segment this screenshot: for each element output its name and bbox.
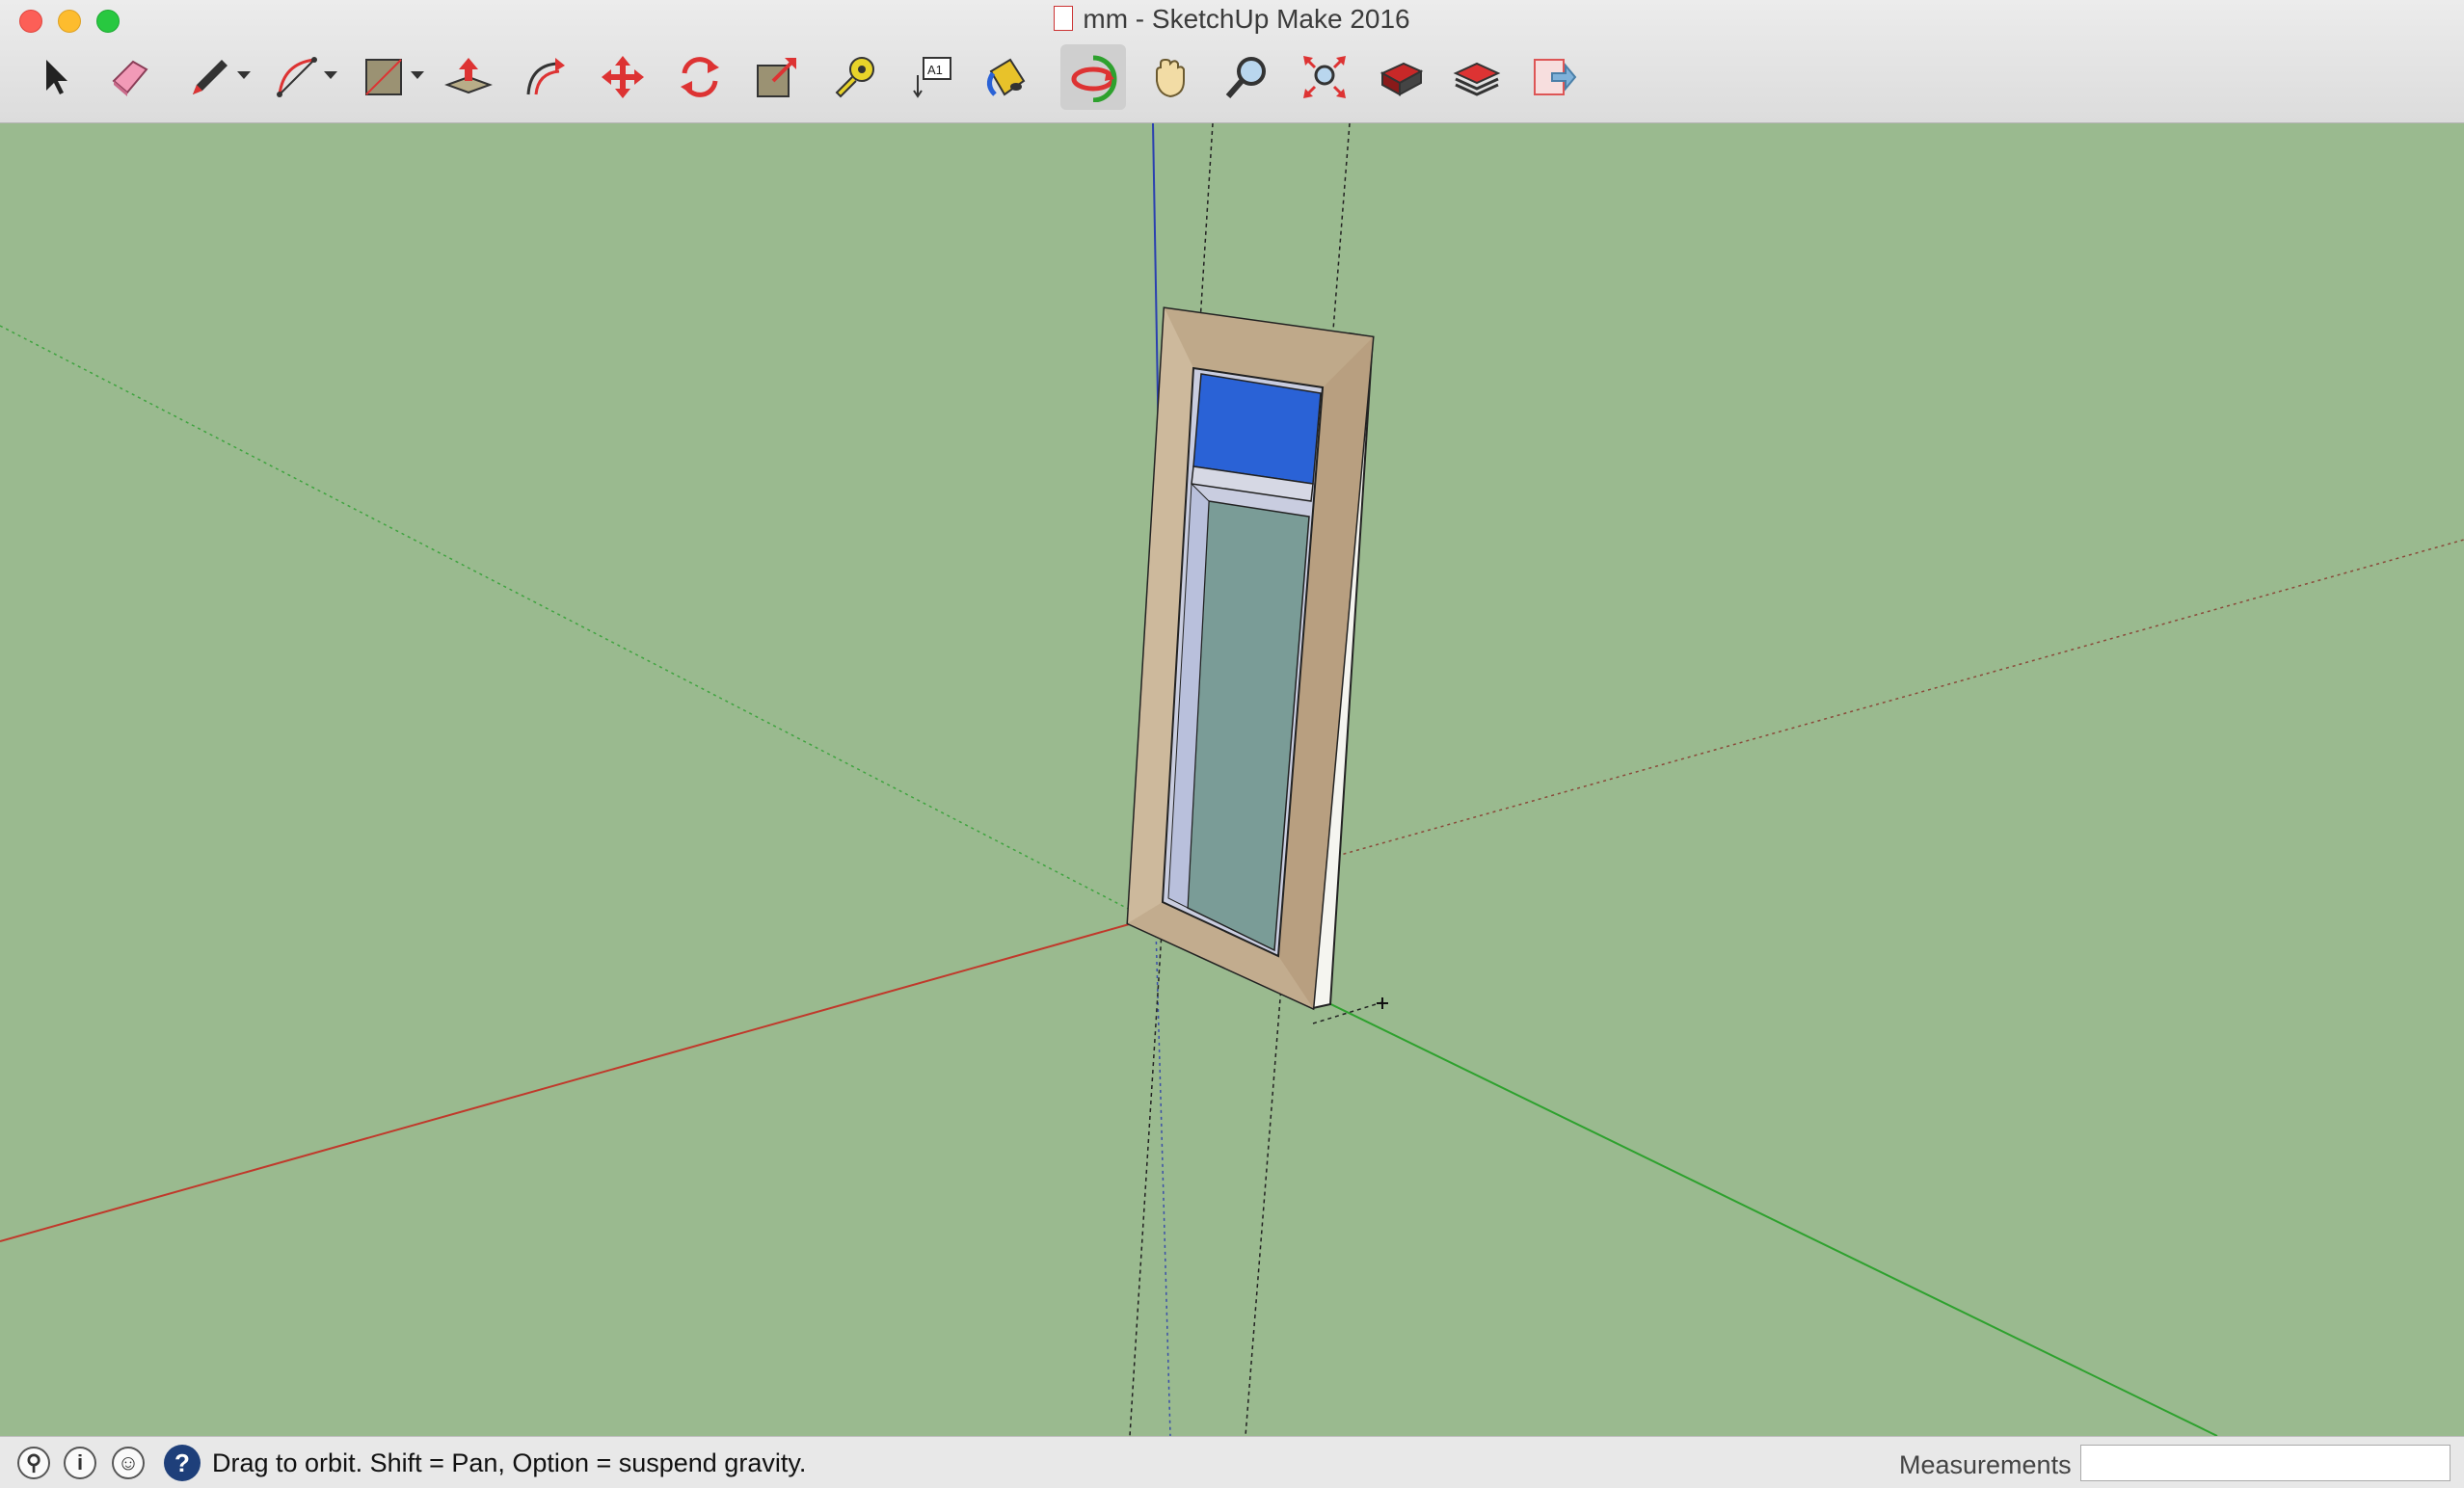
red-axis — [0, 922, 1134, 1242]
move-icon — [602, 56, 644, 98]
rotate-tool-button[interactable] — [667, 44, 733, 110]
move-tool-button[interactable] — [590, 44, 656, 110]
paint-bucket-icon — [987, 58, 1026, 96]
magnifier-icon — [1225, 57, 1266, 98]
layout-icon — [1534, 59, 1577, 95]
scale-tool-button[interactable] — [744, 44, 810, 110]
glass-top-pane — [1192, 373, 1322, 485]
zoom-tool-button[interactable] — [1215, 44, 1280, 110]
offset-tool-button[interactable] — [513, 44, 578, 110]
green-axis-negative — [0, 325, 1138, 915]
svg-text:A1: A1 — [927, 63, 943, 77]
red-axis-negative — [1329, 539, 2464, 859]
eraser-icon — [112, 60, 148, 96]
document-icon — [1054, 5, 1074, 31]
paint-bucket-tool-button[interactable] — [974, 44, 1039, 110]
orbit-cursor-crosshair — [1377, 997, 1388, 1009]
orbit-icon — [1071, 55, 1117, 102]
measurements-label: Measurements — [1899, 1450, 2072, 1479]
hand-icon — [1156, 59, 1185, 98]
orbit-tool-button[interactable] — [1060, 44, 1126, 110]
arrow-icon — [46, 60, 67, 94]
measurements-input[interactable] — [2080, 1445, 2451, 1481]
3d-viewport[interactable] — [0, 123, 2464, 1436]
pencil-icon — [193, 60, 228, 94]
push-pull-icon — [444, 58, 493, 94]
status-message: Drag to orbit. Shift = Pan, Option = sus… — [212, 1448, 807, 1477]
scale-icon — [757, 58, 796, 97]
chevron-down-icon[interactable] — [237, 71, 251, 79]
window-title: mm - SketchUp Make 2016 — [0, 4, 2464, 35]
eraser-tool-button[interactable] — [96, 44, 162, 110]
arc-tool-button[interactable] — [264, 44, 330, 110]
help-icon[interactable]: ? — [164, 1445, 201, 1481]
line-tool-button[interactable] — [177, 44, 243, 110]
title-bar: mm - SketchUp Make 2016 A1 — [0, 0, 2464, 123]
rectangle-icon — [365, 59, 402, 95]
warehouse-icon — [1379, 62, 1424, 96]
zoom-extents-tool-button[interactable] — [1292, 44, 1357, 110]
rectangle-tool-button[interactable] — [351, 44, 416, 110]
3d-warehouse-tool-button[interactable] — [1369, 44, 1434, 110]
user-icon[interactable]: ☺ — [112, 1447, 145, 1479]
zoom-extents-icon — [1303, 56, 1346, 98]
extension-warehouse-icon — [1453, 62, 1501, 96]
tape-measure-tool-button[interactable] — [821, 44, 887, 110]
window-title-text: mm - SketchUp Make 2016 — [1083, 4, 1410, 34]
send-to-layout-tool-button[interactable] — [1521, 44, 1587, 110]
select-tool-button[interactable] — [25, 44, 91, 110]
push-pull-tool-button[interactable] — [436, 44, 501, 110]
pan-tool-button[interactable] — [1138, 44, 1203, 110]
chevron-down-icon[interactable] — [411, 71, 424, 79]
text-tool-button[interactable]: A1 — [898, 44, 964, 110]
arc-icon — [277, 57, 317, 97]
info-icon[interactable]: i — [64, 1447, 96, 1479]
text-icon: A1 — [913, 57, 951, 98]
location-pin-icon[interactable]: ⚲ — [17, 1447, 50, 1479]
rotate-icon — [681, 57, 719, 97]
model-canvas[interactable] — [0, 123, 2464, 1436]
chevron-down-icon[interactable] — [324, 71, 337, 79]
window-model[interactable] — [1126, 306, 1375, 1011]
status-bar: ⚲ i ☺ ? Drag to orbit. Shift = Pan, Opti… — [0, 1436, 2464, 1488]
extension-warehouse-tool-button[interactable] — [1444, 44, 1510, 110]
offset-icon — [526, 58, 565, 95]
green-axis — [1310, 994, 2218, 1436]
blue-axis-negative — [1154, 893, 1171, 1436]
tape-measure-icon — [835, 57, 874, 98]
